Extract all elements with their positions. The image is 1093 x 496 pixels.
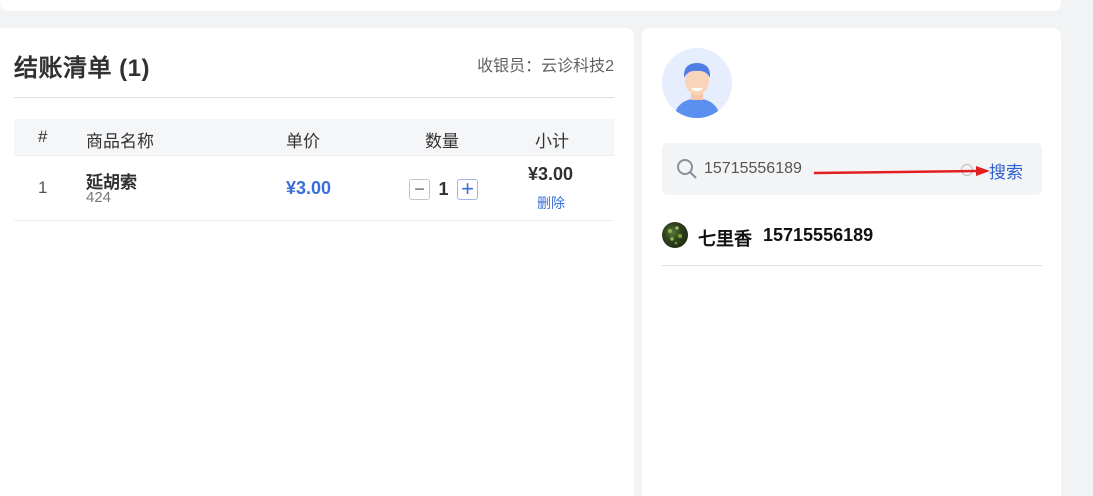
annotation-arrow — [813, 166, 990, 176]
table-header: # 商品名称 单价 数量 小计 — [14, 119, 614, 156]
member-panel: 搜索 七里香 15715556189 — [642, 28, 1061, 496]
user-avatar-icon — [662, 48, 732, 118]
col-subtotal: 小计 — [535, 132, 569, 151]
qty-increase-button[interactable]: + — [457, 178, 478, 200]
row-index: 1 — [38, 178, 48, 197]
cashier-label: 收银员：云诊科技2 — [477, 58, 614, 75]
col-price: 单价 — [286, 132, 320, 151]
page-scroll-track[interactable] — [1075, 0, 1093, 496]
member-name: 七里香 — [698, 229, 752, 249]
unit-price: ¥3.00 — [286, 178, 332, 198]
top-panel — [0, 0, 1061, 11]
search-button[interactable]: 搜索 — [989, 158, 1023, 183]
checkout-panel: 结账清单 (1) 收银员：云诊科技2 # 商品名称 单价 数量 小计 1 延胡索… — [0, 28, 634, 496]
cart-table: # 商品名称 单价 数量 小计 1 延胡索 424 ¥3.00 − 1 + ¥3… — [14, 119, 614, 221]
col-qty: 数量 — [425, 132, 459, 151]
col-index: # — [38, 127, 48, 146]
delete-link[interactable]: 删除 — [537, 193, 565, 213]
member-avatar — [662, 222, 688, 248]
qty-decrease-button[interactable]: − — [409, 178, 430, 200]
quantity-stepper: − 1 + — [409, 178, 478, 200]
member-phone: 15715556189 — [763, 225, 874, 245]
table-row: 1 延胡索 424 ¥3.00 − 1 + ¥3.00 删除 — [14, 156, 614, 221]
search-icon — [676, 158, 698, 180]
cart-header: 结账清单 (1) 收银员：云诊科技2 — [14, 48, 614, 98]
col-name: 商品名称 — [86, 132, 154, 151]
qty-value: 1 — [438, 178, 449, 199]
row-subtotal: ¥3.00 — [528, 164, 574, 184]
product-code: 424 — [86, 189, 112, 206]
page-title: 结账清单 (1) — [14, 55, 150, 82]
member-result-item[interactable]: 七里香 15715556189 — [662, 221, 1042, 266]
